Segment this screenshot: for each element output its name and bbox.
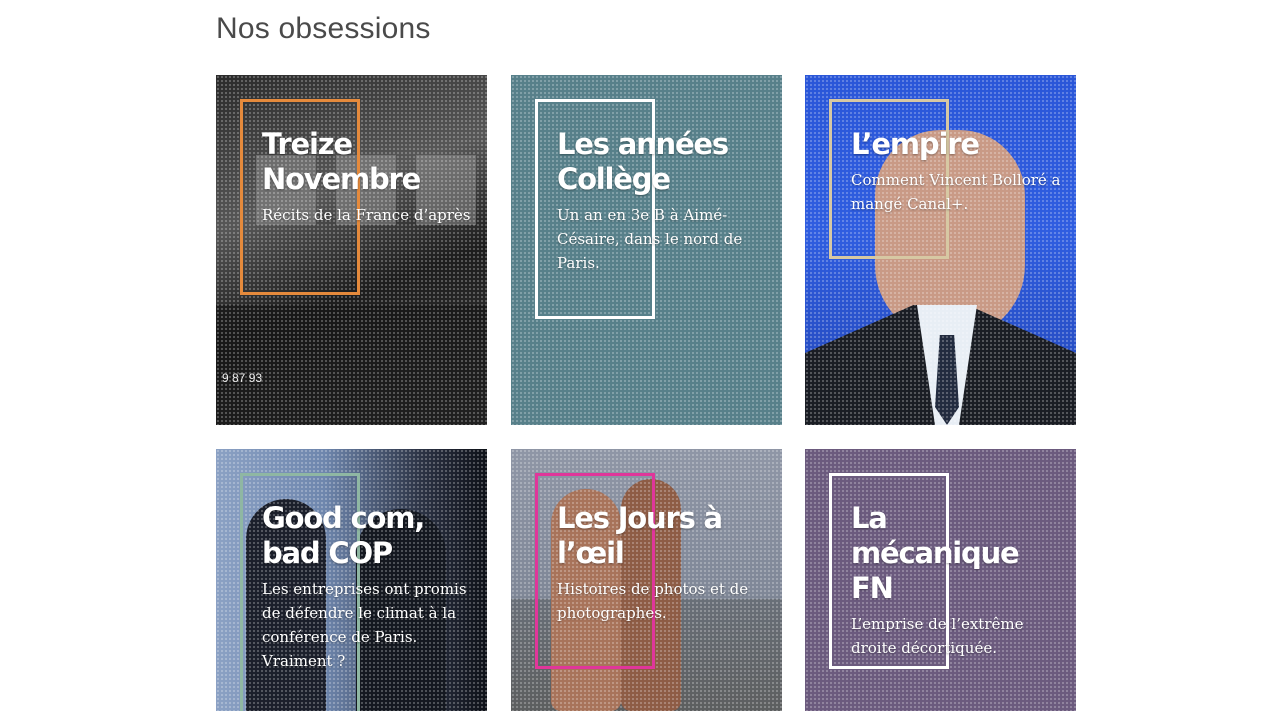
card-title: L’empire [851,127,980,161]
card-subtitle: Un an en 3e B à Aimé-Césaire, dans le no… [557,206,743,272]
card-title: Les Jours à l’œil [557,501,723,570]
obsession-card-treize-novembre[interactable]: 9 87 93 Treize Novembre Récits de la Fra… [216,75,487,425]
street-shape [216,305,487,425]
card-title: Les années Collège [557,127,729,196]
card-title: Good com, bad COP [262,501,425,570]
obsession-card-la-mecanique-fn[interactable]: La mécanique FN L’emprise de l’extrême d… [805,449,1076,711]
card-title: La mécanique FN [851,501,1020,605]
card-title: Treize Novembre [262,127,421,196]
obsession-card-good-com-bad-cop[interactable]: Good com, bad COP Les entreprises ont pr… [216,449,487,711]
obsessions-grid: 9 87 93 Treize Novembre Récits de la Fra… [0,0,1269,711]
card-subtitle: Comment Vincent Bolloré a mangé Canal+. [851,171,1061,213]
card-subtitle: Récits de la France d’après [262,206,471,224]
card-subtitle: Histoires de photos et de photographes. [557,580,749,622]
obsession-card-les-annees-college[interactable]: Les années Collège Un an en 3e B à Aimé-… [511,75,782,425]
phone-number-text: 9 87 93 [222,371,263,385]
obsession-card-l-empire[interactable]: L’empire Comment Vincent Bolloré a mangé… [805,75,1076,425]
card-subtitle: L’emprise de l’extrême droite décortiqué… [851,615,1024,657]
obsession-card-les-jours-a-l-oeil[interactable]: Les Jours à l’œil Histoires de photos et… [511,449,782,711]
card-subtitle: Les entreprises ont promis de défendre l… [262,580,467,670]
